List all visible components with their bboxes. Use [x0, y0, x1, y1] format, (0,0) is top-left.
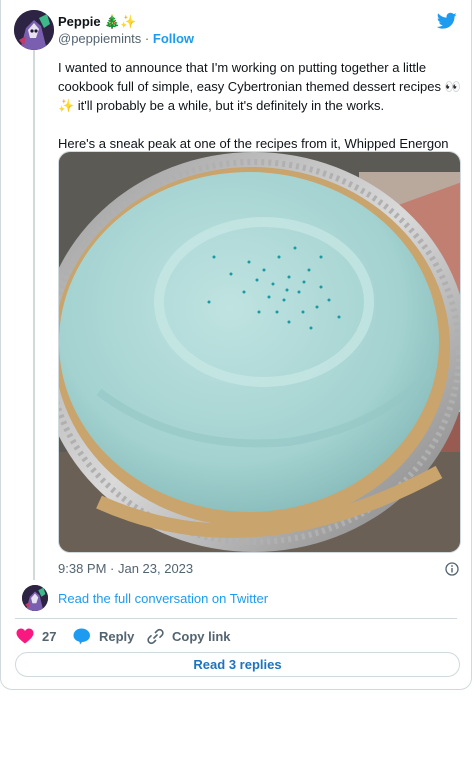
tweet-timestamp[interactable]: 9:38 PM · Jan 23, 2023: [58, 561, 193, 576]
thread-line: [33, 50, 35, 580]
info-icon[interactable]: [445, 562, 459, 576]
read-full-conversation-link[interactable]: Read the full conversation on Twitter: [58, 591, 268, 606]
like-count: 27: [42, 628, 57, 644]
divider: [15, 618, 457, 619]
tweet-paragraph: I wanted to announce that I'm working on…: [58, 60, 461, 113]
heart-icon: [16, 628, 34, 644]
author-name[interactable]: Peppie 🎄✨: [58, 14, 137, 30]
reply-label: Reply: [99, 628, 135, 644]
tweet-photo[interactable]: [58, 151, 461, 553]
reply-button[interactable]: Reply: [73, 627, 134, 645]
like-button[interactable]: 27: [16, 627, 56, 645]
embedded-tweet-card: Peppie 🎄✨ @peppiemints · Follow I wanted…: [0, 0, 472, 690]
author-avatar[interactable]: [14, 10, 54, 50]
pie-photo-image: [59, 152, 460, 552]
author-handle-row: @peppiemints · Follow: [58, 31, 194, 46]
link-icon: [147, 628, 164, 644]
author-emoji: 🎄✨: [104, 14, 137, 29]
speech-bubble-icon: [73, 628, 90, 644]
copy-link-button[interactable]: Copy link: [147, 627, 231, 645]
follow-button[interactable]: Follow: [153, 31, 194, 46]
copy-link-label: Copy link: [172, 628, 231, 644]
author-handle[interactable]: @peppiemints: [58, 31, 141, 46]
twitter-bird-icon[interactable]: [437, 12, 457, 30]
read-replies-button[interactable]: Read 3 replies: [15, 652, 460, 677]
conversation-avatar: [22, 585, 48, 611]
separator-dot: ·: [144, 31, 150, 46]
